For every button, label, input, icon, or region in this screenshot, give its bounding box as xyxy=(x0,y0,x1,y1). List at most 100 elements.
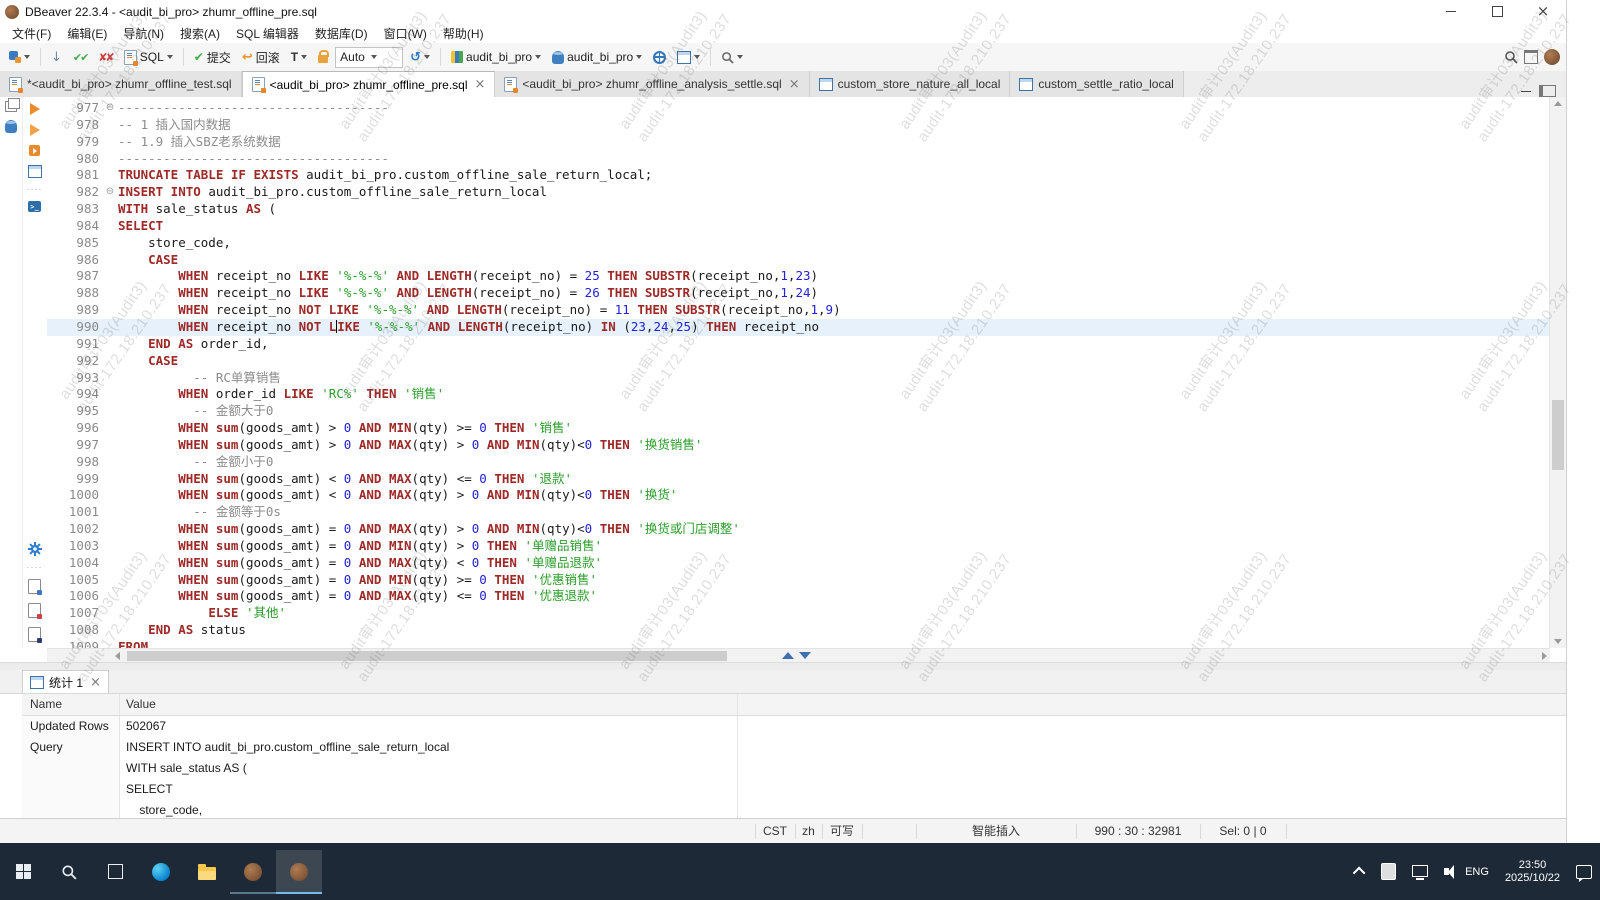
perspective-icon[interactable] xyxy=(1524,50,1538,64)
close-button[interactable]: × xyxy=(1520,0,1566,23)
sash-expand-down-icon[interactable] xyxy=(799,652,811,659)
code-line[interactable]: 978-- 1 插入国内数据 xyxy=(47,117,1550,134)
network-tray-button[interactable] xyxy=(1404,843,1436,900)
rollback-marks-button[interactable]: ✘✘ xyxy=(94,46,116,68)
dbeaver-taskbar-button[interactable] xyxy=(230,850,276,894)
document-blue-icon[interactable] xyxy=(28,579,41,594)
editor-horizontal-scrollbar[interactable] xyxy=(47,648,1550,663)
network-button[interactable] xyxy=(649,46,670,68)
tab-close-icon[interactable]: × xyxy=(88,675,101,690)
sql-editor[interactable]: 977⊖------------------------------------… xyxy=(47,97,1550,648)
menu-item[interactable]: 搜索(A) xyxy=(172,25,228,42)
restore-panel-icon[interactable] xyxy=(5,101,17,112)
dbeaver-taskbar-button-active[interactable] xyxy=(276,850,322,894)
database-navigator-icon[interactable] xyxy=(5,120,17,133)
code-area[interactable]: 977⊖------------------------------------… xyxy=(47,97,1550,648)
code-line[interactable]: 999 WHEN sum(goods_amt) < 0 AND MAX(qty)… xyxy=(47,471,1550,488)
table-row[interactable]: WITH sale_status AS ( xyxy=(22,758,1566,779)
fold-marker[interactable]: ⊖ xyxy=(102,100,118,117)
fold-marker[interactable]: ⊖ xyxy=(102,184,118,201)
code-line[interactable]: 994 WHEN order_id LIKE 'RC%' THEN '销售' xyxy=(47,386,1550,403)
document-red-icon[interactable] xyxy=(28,603,41,618)
terminal-icon[interactable] xyxy=(28,201,41,212)
commit-button[interactable]: ✔ 提交 xyxy=(190,46,235,68)
menu-item[interactable]: SQL 编辑器 xyxy=(228,25,307,42)
editor-tab[interactable]: *<audit_bi_pro> zhumr_offline_test.sql xyxy=(0,71,242,97)
editor-tab[interactable]: custom_settle_ratio_local xyxy=(1010,71,1183,97)
new-connection-button[interactable] xyxy=(5,46,34,68)
results-tab-statistics[interactable]: 统计 1 × xyxy=(22,670,109,693)
volume-tray-button[interactable] xyxy=(1436,843,1457,900)
result-grid-icon[interactable] xyxy=(28,165,42,178)
sash-expand-up-icon[interactable] xyxy=(782,652,794,659)
table-row[interactable]: QueryINSERT INTO audit_bi_pro.custom_off… xyxy=(22,737,1566,758)
editor-tab[interactable]: <audit_bi_pro> zhumr_offline_analysis_se… xyxy=(495,71,809,97)
taskbar-search-button[interactable] xyxy=(46,850,92,894)
scroll-right-icon[interactable] xyxy=(1542,652,1547,660)
code-line[interactable]: 982⊖INSERT INTO audit_bi_pro.custom_offl… xyxy=(47,184,1550,201)
file-explorer-button[interactable] xyxy=(184,850,230,894)
column-header-value[interactable]: Value xyxy=(120,694,738,715)
menu-item[interactable]: 帮助(H) xyxy=(435,25,492,42)
editor-tab[interactable]: custom_store_nature_all_local xyxy=(810,71,1011,97)
toolbar-search-button[interactable] xyxy=(717,46,747,68)
search-icon[interactable] xyxy=(1504,50,1518,64)
code-line[interactable]: 984SELECT xyxy=(47,218,1550,235)
dbeaver-perspective-icon[interactable] xyxy=(1544,49,1560,65)
code-line[interactable]: 979-- 1.9 插入SBZ老系统数据 xyxy=(47,134,1550,151)
code-line[interactable]: 991 END AS order_id, xyxy=(47,336,1550,353)
menu-item[interactable]: 窗口(W) xyxy=(376,25,435,42)
tray-expand-button[interactable] xyxy=(1348,843,1373,900)
datasource-select[interactable]: audit_bi_pro xyxy=(447,46,545,68)
minimize-view-icon[interactable] xyxy=(1521,91,1531,92)
language-indicator[interactable]: ENG xyxy=(1457,843,1497,900)
sql-menu-button[interactable]: SQL xyxy=(120,46,177,68)
execute-script-icon[interactable] xyxy=(30,124,40,136)
vertical-scroll-thumb[interactable] xyxy=(1552,400,1564,470)
start-button[interactable] xyxy=(0,850,46,894)
execute-statement-icon[interactable] xyxy=(30,103,40,115)
code-line[interactable]: 993 -- RC单算销售 xyxy=(47,370,1550,387)
scroll-down-icon[interactable] xyxy=(1554,639,1562,644)
column-header-name[interactable]: Name xyxy=(22,694,120,715)
code-line[interactable]: 992 CASE xyxy=(47,353,1550,370)
code-line[interactable]: 989 WHEN receipt_no NOT LIKE '%-%-%' AND… xyxy=(47,302,1550,319)
document-dark-icon[interactable] xyxy=(28,627,41,642)
code-line[interactable]: 987 WHEN receipt_no LIKE '%-%-%' AND LEN… xyxy=(47,268,1550,285)
code-line[interactable]: 1009FROM xyxy=(47,639,1550,648)
table-row[interactable]: SELECT xyxy=(22,779,1566,800)
code-line[interactable]: 981TRUNCATE TABLE IF EXISTS audit_bi_pro… xyxy=(47,167,1550,184)
code-line[interactable]: 1008 END AS status xyxy=(47,622,1550,639)
edge-button[interactable] xyxy=(138,850,184,894)
code-line[interactable]: 988 WHEN receipt_no LIKE '%-%-%' AND LEN… xyxy=(47,285,1550,302)
menu-item[interactable]: 编辑(E) xyxy=(59,25,115,42)
schema-select[interactable]: audit_bi_pro xyxy=(548,46,646,68)
settings-gear-icon[interactable] xyxy=(28,542,42,556)
code-line[interactable]: 1003 WHEN sum(goods_amt) = 0 AND MIN(qty… xyxy=(47,538,1550,555)
code-line[interactable]: 1004 WHEN sum(goods_amt) = 0 AND MAX(qty… xyxy=(47,555,1550,572)
code-line[interactable]: 990 WHEN receipt_no NOT LIKE '%-%-%' AND… xyxy=(47,319,1550,336)
lock-button[interactable] xyxy=(314,46,332,68)
code-line[interactable]: 997 WHEN sum(goods_amt) > 0 AND MAX(qty)… xyxy=(47,437,1550,454)
editor-tab[interactable]: <audit_bi_pro> zhumr_offline_pre.sql× xyxy=(242,71,496,97)
rollback-button[interactable]: ↩ 回滚 xyxy=(238,46,284,68)
code-line[interactable]: 995 -- 金额大于0 xyxy=(47,403,1550,420)
code-line[interactable]: 980------------------------------------ xyxy=(47,151,1550,168)
code-line[interactable]: 983WITH sale_status AS ( xyxy=(47,201,1550,218)
horizontal-scroll-thumb[interactable] xyxy=(127,651,727,661)
task-view-button[interactable] xyxy=(92,850,138,894)
tab-close-icon[interactable]: × xyxy=(787,77,800,92)
scroll-up-icon[interactable] xyxy=(1554,101,1562,106)
code-line[interactable]: 985 store_code, xyxy=(47,235,1550,252)
menu-item[interactable]: 文件(F) xyxy=(4,25,59,42)
code-line[interactable]: 1007 ELSE '其他' xyxy=(47,605,1550,622)
scroll-left-icon[interactable] xyxy=(115,652,120,660)
code-line[interactable]: 1001 -- 金额等于0s xyxy=(47,504,1550,521)
ime-tray-button[interactable] xyxy=(1373,843,1404,900)
editor-vertical-scrollbar[interactable] xyxy=(1549,97,1566,648)
code-line[interactable]: 996 WHEN sum(goods_amt) > 0 AND MIN(qty)… xyxy=(47,420,1550,437)
code-line[interactable]: 1006 WHEN sum(goods_amt) = 0 AND MAX(qty… xyxy=(47,588,1550,605)
minimize-button[interactable] xyxy=(1428,0,1474,23)
commit-marks-button[interactable]: ✔✔ xyxy=(69,46,91,68)
fetch-button[interactable]: ↓ xyxy=(47,46,66,68)
